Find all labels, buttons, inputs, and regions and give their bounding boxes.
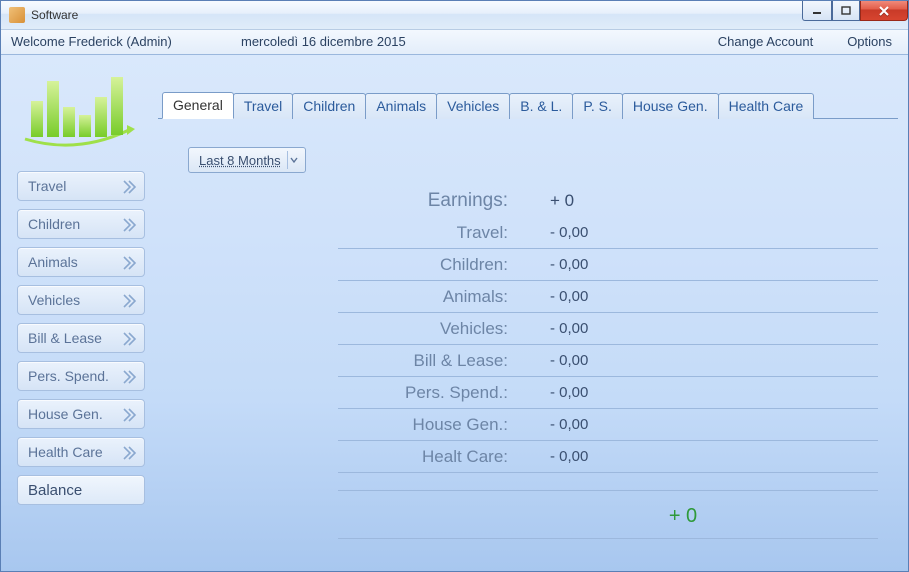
maximize-button[interactable] [832,1,860,21]
tab-content-general: Last 8 Months Earnings: + 0 Travel: - 0,… [158,119,898,559]
window-title: Software [31,8,78,22]
sidebar: Travel Children Animals Vehicles Bill & … [7,63,158,559]
row-label: Children: [338,255,518,275]
main-panel: General Travel Children Animals Vehicles… [158,63,898,559]
tab-pers-spend[interactable]: P. S. [572,93,623,119]
row-value: + 0 [518,191,878,211]
chevron-right-icon [120,444,138,462]
change-account-link[interactable]: Change Account [718,34,813,49]
tab-vehicles[interactable]: Vehicles [436,93,510,119]
row-travel: Travel: - 0,00 [338,217,878,249]
row-health-care: Healt Care: - 0,00 [338,441,878,473]
row-value: - 0,00 [518,416,878,433]
sidebar-item-label: Animals [28,254,78,270]
row-spacer [338,473,878,491]
current-date: mercoledì 16 dicembre 2015 [241,34,718,49]
period-dropdown[interactable]: Last 8 Months [188,147,306,173]
tab-health-care[interactable]: Health Care [718,93,815,119]
row-house-gen: House Gen.: - 0,00 [338,409,878,441]
app-window: Software Welcome Frederick (Admin) merco… [0,0,909,572]
sidebar-item-label: Balance [28,482,82,499]
close-icon [878,5,890,17]
chevron-right-icon [120,216,138,234]
tab-bill-lease[interactable]: B. & L. [509,93,573,119]
row-value: - 0,00 [518,352,878,369]
body: Travel Children Animals Vehicles Bill & … [1,55,908,571]
window-controls [802,1,908,21]
welcome-text: Welcome Frederick (Admin) [11,34,241,49]
chevron-right-icon [120,330,138,348]
options-link[interactable]: Options [847,34,892,49]
info-bar: Welcome Frederick (Admin) mercoledì 16 d… [1,30,908,55]
row-value: - 0,00 [518,384,878,401]
sidebar-item-bill-lease[interactable]: Bill & Lease [17,323,145,353]
row-label: Healt Care: [338,447,518,467]
row-label: Bill & Lease: [338,351,518,371]
row-label: Pers. Spend.: [338,383,518,403]
tab-animals[interactable]: Animals [365,93,437,119]
summary-rows: Earnings: + 0 Travel: - 0,00 Children: -… [338,185,878,491]
sidebar-item-label: Bill & Lease [28,330,102,346]
minimize-button[interactable] [802,1,832,21]
row-earnings: Earnings: + 0 [338,185,878,217]
minimize-icon [812,6,822,16]
row-vehicles: Vehicles: - 0,00 [338,313,878,345]
chevron-right-icon [120,406,138,424]
row-label: Travel: [338,223,518,243]
sidebar-item-label: Pers. Spend. [28,368,109,384]
row-pers-spend: Pers. Spend.: - 0,00 [338,377,878,409]
row-value: - 0,00 [518,288,878,305]
chevron-right-icon [120,292,138,310]
sidebar-item-balance[interactable]: Balance [17,475,145,505]
sidebar-item-label: Travel [28,178,66,194]
tab-general[interactable]: General [162,92,234,119]
sidebar-item-travel[interactable]: Travel [17,171,145,201]
titlebar: Software [1,1,908,30]
row-value: - 0,00 [518,224,878,241]
period-selected: Last 8 Months [199,153,281,168]
row-label: Earnings: [338,190,518,212]
sidebar-item-label: Health Care [28,444,103,460]
chevron-down-icon [287,151,301,169]
sidebar-item-label: House Gen. [28,406,103,422]
row-label: House Gen.: [338,415,518,435]
tab-children[interactable]: Children [292,93,366,119]
tab-strip: General Travel Children Animals Vehicles… [158,91,898,119]
tab-house-gen[interactable]: House Gen. [622,93,719,119]
close-button[interactable] [860,1,908,21]
maximize-icon [841,6,851,16]
sidebar-item-vehicles[interactable]: Vehicles [17,285,145,315]
sidebar-item-animals[interactable]: Animals [17,247,145,277]
row-children: Children: - 0,00 [338,249,878,281]
sidebar-item-health-care[interactable]: Health Care [17,437,145,467]
app-icon [9,7,25,23]
sidebar-item-pers-spend[interactable]: Pers. Spend. [17,361,145,391]
chevron-right-icon [120,178,138,196]
logo-chart-icon [13,67,143,155]
row-value: - 0,00 [518,256,878,273]
row-bill-lease: Bill & Lease: - 0,00 [338,345,878,377]
chevron-right-icon [120,254,138,272]
tab-travel[interactable]: Travel [233,93,293,119]
sidebar-item-label: Vehicles [28,292,80,308]
chevron-right-icon [120,368,138,386]
sidebar-item-house-gen[interactable]: House Gen. [17,399,145,429]
row-animals: Animals: - 0,00 [338,281,878,313]
row-value: - 0,00 [518,448,878,465]
sidebar-item-children[interactable]: Children [17,209,145,239]
row-label: Vehicles: [338,319,518,339]
balance-total: + 0 [338,505,878,539]
row-value: - 0,00 [518,320,878,337]
sidebar-item-label: Children [28,216,80,232]
row-label: Animals: [338,287,518,307]
